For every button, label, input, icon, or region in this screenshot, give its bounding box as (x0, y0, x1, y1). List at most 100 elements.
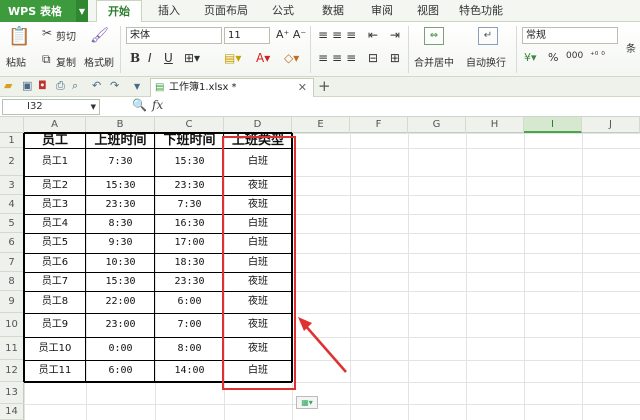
table-cell[interactable]: 15:30 (155, 148, 224, 176)
table-cell[interactable]: 23:00 (86, 313, 155, 337)
increase-font-icon[interactable]: A⁺ A⁻ (276, 28, 306, 41)
table-cell[interactable]: 员工11 (24, 360, 86, 382)
row-header[interactable]: 2 (0, 148, 24, 176)
table-cell[interactable]: 员工8 (24, 291, 86, 313)
table-cell[interactable]: 员工9 (24, 313, 86, 337)
paste-button[interactable]: 粘贴 (6, 54, 26, 69)
table-cell[interactable]: 员工3 (24, 195, 86, 214)
name-box[interactable]: I32 ▼ (2, 99, 100, 115)
paste-options-icon[interactable]: ▦▾ (296, 396, 318, 409)
table-cell[interactable]: 8:30 (86, 214, 155, 233)
row-header[interactable]: 5 (0, 214, 24, 233)
app-menu-dropdown-icon[interactable]: ▼ (76, 0, 88, 22)
bold-button[interactable]: B (130, 51, 140, 65)
table-header-cell[interactable]: 员工 (24, 133, 86, 148)
table-cell[interactable]: 15:30 (86, 176, 155, 195)
tab-2[interactable]: 页面布局 (196, 0, 256, 22)
format-painter-button[interactable]: 格式刷 (84, 54, 114, 69)
fx-icon[interactable]: fx (152, 98, 163, 112)
column-header-C[interactable]: C (155, 117, 224, 133)
row-header[interactable]: 10 (0, 313, 24, 337)
border-icon[interactable]: ⊞▾ (184, 51, 200, 65)
table-cell[interactable]: 0:00 (86, 337, 155, 360)
column-header-H[interactable]: H (466, 117, 524, 133)
table-cell[interactable]: 16:30 (155, 214, 224, 233)
tab-3[interactable]: 公式 (260, 0, 306, 22)
zoom-icon[interactable]: 🔍 (132, 98, 147, 112)
italic-button[interactable]: I (148, 51, 152, 65)
undo-icon[interactable]: ↶ (92, 79, 101, 92)
align-left-icons[interactable]: ≡≡≡ ⊟ ⊞ (318, 51, 404, 65)
save-icon[interactable]: ▣ (22, 79, 32, 92)
table-cell[interactable]: 22:00 (86, 291, 155, 313)
table-cell[interactable]: 18:30 (155, 253, 224, 272)
row-header[interactable]: 7 (0, 253, 24, 272)
table-cell[interactable]: 14:00 (155, 360, 224, 382)
column-header-I[interactable]: I (524, 117, 582, 133)
row-header[interactable]: 14 (0, 404, 24, 420)
row-header[interactable]: 6 (0, 233, 24, 253)
row-header[interactable]: 9 (0, 291, 24, 313)
table-cell[interactable]: 10:30 (86, 253, 155, 272)
export-pdf-icon[interactable]: ◘ (38, 79, 47, 92)
row-header[interactable]: 8 (0, 272, 24, 291)
table-cell[interactable]: 23:30 (86, 195, 155, 214)
table-header-cell[interactable]: 上班时间 (86, 133, 155, 148)
copy-icon[interactable]: ⧉ (42, 52, 51, 67)
currency-icon[interactable]: ¥▾ (524, 51, 537, 64)
app-menu-button[interactable]: WPS 表格 (0, 0, 88, 22)
table-cell[interactable]: 7:00 (155, 313, 224, 337)
tab-5[interactable]: 审阅 (360, 0, 404, 22)
document-tab[interactable]: ▤ 工作簿1.xlsx * ✕ (150, 78, 314, 97)
auto-wrap-button[interactable]: 自动换行 (466, 54, 506, 69)
merge-center-icon[interactable]: ⇔ (424, 27, 444, 45)
close-icon[interactable]: ✕ (298, 79, 307, 96)
chevron-down-icon[interactable]: ▼ (91, 100, 96, 114)
table-cell[interactable]: 17:00 (155, 233, 224, 253)
comma-button[interactable]: 000 (566, 51, 583, 61)
table-cell[interactable]: 6:00 (86, 360, 155, 382)
table-cell[interactable]: 23:30 (155, 272, 224, 291)
font-size-select[interactable]: 11 (224, 27, 270, 44)
brush-icon[interactable]: 🖌 (90, 26, 109, 44)
table-cell[interactable]: 员工2 (24, 176, 86, 195)
table-header-cell[interactable]: 下班时间 (155, 133, 224, 148)
table-cell[interactable]: 员工10 (24, 337, 86, 360)
tab-1[interactable]: 插入 (146, 0, 192, 22)
formula-input[interactable] (176, 99, 636, 115)
table-cell[interactable]: 员工6 (24, 253, 86, 272)
row-header[interactable]: 4 (0, 195, 24, 214)
table-cell[interactable]: 6:00 (155, 291, 224, 313)
table-cell[interactable]: 员工4 (24, 214, 86, 233)
column-header-E[interactable]: E (292, 117, 350, 133)
table-cell[interactable]: 员工5 (24, 233, 86, 253)
select-all-corner[interactable] (0, 117, 24, 133)
table-cell[interactable]: 7:30 (86, 148, 155, 176)
row-header[interactable]: 13 (0, 382, 24, 404)
tab-7[interactable]: 特色功能 (452, 0, 510, 22)
tab-4[interactable]: 数据 (310, 0, 356, 22)
column-header-B[interactable]: B (86, 117, 155, 133)
print-icon[interactable]: ⎙ (56, 79, 65, 93)
table-cell[interactable]: 15:30 (86, 272, 155, 291)
row-header[interactable]: 12 (0, 360, 24, 382)
new-tab-icon[interactable]: + (318, 77, 331, 96)
table-cell[interactable]: 员工1 (24, 148, 86, 176)
percent-button[interactable]: % (548, 51, 558, 64)
column-header-A[interactable]: A (24, 117, 86, 133)
paste-icon[interactable]: 📋 (8, 26, 30, 48)
tab-6[interactable]: 视图 (408, 0, 448, 22)
conditional-format-button[interactable]: 条 (626, 40, 636, 55)
column-header-F[interactable]: F (350, 117, 408, 133)
clear-format-icon[interactable]: ◇▾ (284, 51, 299, 65)
merge-center-button[interactable]: 合并居中 (414, 54, 454, 69)
table-cell[interactable]: 23:30 (155, 176, 224, 195)
column-header-J[interactable]: J (582, 117, 640, 133)
table-cell[interactable]: 7:30 (155, 195, 224, 214)
table-cell[interactable]: 员工7 (24, 272, 86, 291)
row-header[interactable]: 1 (0, 133, 24, 148)
print-preview-icon[interactable]: ⌕ (72, 79, 78, 93)
tab-0[interactable]: 开始 (96, 0, 142, 23)
number-format-select[interactable]: 常规 (522, 27, 618, 44)
auto-wrap-icon[interactable]: ↵ (478, 27, 498, 45)
